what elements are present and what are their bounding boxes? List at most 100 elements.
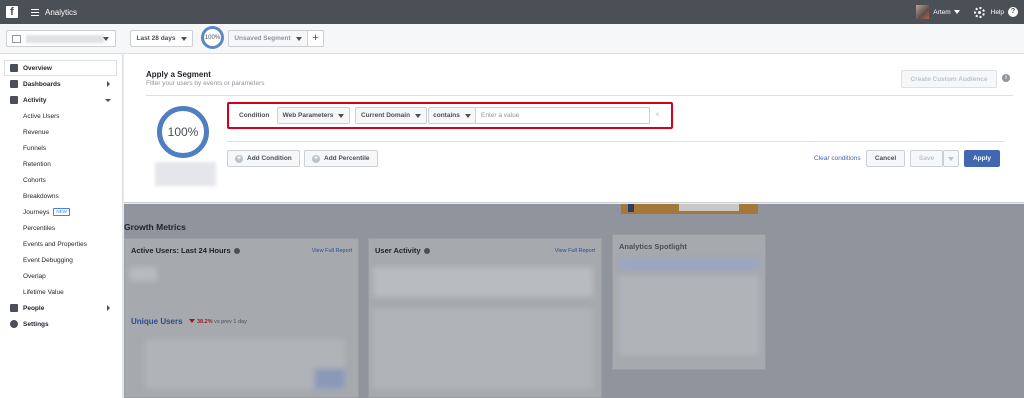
- dashboard-overlay: Growth Metrics Active Users: Last 24 Hou…: [124, 204, 1024, 398]
- sidebar-item-dashboards[interactable]: Dashboards: [0, 76, 123, 92]
- card-title-text: User Activity: [375, 246, 421, 255]
- panel-title: Apply a Segment: [146, 70, 211, 79]
- sidebar-item-funnels[interactable]: Funnels: [0, 140, 123, 156]
- blurred-content: [373, 267, 593, 297]
- panel-subtitle: Filter your users by events or parameter…: [146, 80, 265, 87]
- sidebar-item-label: Funnels: [23, 144, 47, 152]
- sidebar-item-active-users[interactable]: Active Users: [0, 108, 123, 124]
- add-percentile-label: Add Percentile: [324, 155, 370, 162]
- card-title: User Activity: [375, 246, 430, 255]
- plus-circle-icon: +: [312, 154, 320, 163]
- date-range-button[interactable]: Last 28 days: [130, 30, 193, 47]
- menu-icon[interactable]: [31, 8, 39, 16]
- app-selector[interactable]: [6, 30, 116, 47]
- clear-conditions-link[interactable]: Clear conditions: [814, 155, 861, 162]
- cancel-button[interactable]: Cancel: [866, 150, 905, 167]
- parameter-dropdown[interactable]: Web Parameters: [277, 107, 350, 124]
- sidebar-item-label: Overlap: [23, 272, 46, 280]
- help-icon[interactable]: ?: [1008, 7, 1018, 17]
- info-icon[interactable]: i: [1002, 74, 1010, 82]
- save-button[interactable]: Save: [910, 150, 943, 167]
- app-name-blurred: [26, 35, 104, 43]
- view-full-report-link[interactable]: View Full Report: [312, 248, 352, 254]
- info-icon[interactable]: [233, 248, 240, 255]
- dashboards-icon: [10, 80, 18, 88]
- value-input[interactable]: [475, 107, 650, 124]
- sidebar-item-revenue[interactable]: Revenue: [0, 124, 123, 140]
- sidebar-item-retention[interactable]: Retention: [0, 156, 123, 172]
- sidebar-item-lifetime-value[interactable]: Lifetime Value: [0, 284, 123, 300]
- promo-banner: [621, 204, 758, 214]
- domain-dropdown[interactable]: Current Domain: [355, 107, 427, 124]
- plus-circle-icon: +: [235, 154, 243, 163]
- chevron-down-icon[interactable]: [953, 10, 960, 14]
- chevron-down-icon: [338, 113, 345, 118]
- close-icon[interactable]: ×: [655, 110, 660, 119]
- add-percentile-button[interactable]: + Add Percentile: [304, 150, 378, 167]
- topbar-right: Artem Help ?: [916, 0, 1018, 24]
- add-segment-button[interactable]: +: [307, 30, 324, 47]
- user-name[interactable]: Artem: [933, 9, 950, 16]
- sidebar-item-people[interactable]: People: [0, 300, 123, 316]
- sidebar-item-settings[interactable]: Settings: [0, 316, 123, 332]
- chevron-down-icon: [103, 37, 109, 41]
- toolbar: Last 28 days 100% Unsaved Segment +: [0, 24, 1024, 54]
- create-custom-audience-button[interactable]: Create Custom Audience: [901, 70, 997, 88]
- chevron-down-icon: [180, 36, 187, 41]
- settings-icon: [10, 320, 18, 328]
- sidebar-item-overlap[interactable]: Overlap: [0, 268, 123, 284]
- sidebar-item-label: People: [23, 304, 45, 312]
- avatar[interactable]: [916, 5, 930, 19]
- unique-users-label: Unique Users: [131, 317, 183, 326]
- facebook-logo-icon[interactable]: f: [6, 6, 18, 18]
- sidebar-item-breakdowns[interactable]: Breakdowns: [0, 188, 123, 204]
- sidebar-item-label: Overview: [23, 64, 52, 72]
- sidebar-item-label: Cohorts: [23, 176, 46, 184]
- domain-dropdown-label: Current Domain: [360, 112, 411, 119]
- delta-text: 38.2% vs prev 1 day: [189, 319, 247, 325]
- active-users-card: Active Users: Last 24 Hours View Full Re…: [124, 238, 359, 398]
- add-condition-button[interactable]: + Add Condition: [227, 150, 300, 167]
- help-label[interactable]: Help: [991, 9, 1004, 16]
- chevron-down-icon: [464, 113, 471, 118]
- sidebar-item-journeys[interactable]: Journeys NEW: [0, 204, 123, 220]
- analytics-spotlight-card: Analytics Spotlight: [612, 234, 766, 370]
- info-icon[interactable]: [423, 248, 430, 255]
- sidebar-item-label: Events and Properties: [23, 240, 87, 248]
- sidebar: Overview Dashboards Activity Active User…: [0, 54, 123, 398]
- sidebar-item-label: Retention: [23, 160, 51, 168]
- sidebar-item-cohorts[interactable]: Cohorts: [0, 172, 123, 188]
- activity-icon: [10, 96, 18, 104]
- operator-dropdown[interactable]: contains: [428, 107, 476, 124]
- delta-label: vs prev 1 day: [214, 319, 247, 325]
- blurred-content: [619, 275, 759, 355]
- chevron-down-icon: [295, 36, 302, 41]
- sidebar-item-percentiles[interactable]: Percentiles: [0, 220, 123, 236]
- apply-button[interactable]: Apply: [964, 150, 1000, 167]
- parameter-dropdown-label: Web Parameters: [282, 112, 334, 119]
- blurred-content: [619, 259, 759, 269]
- sidebar-item-events-and-properties[interactable]: Events and Properties: [0, 236, 123, 252]
- sidebar-item-overview[interactable]: Overview: [4, 60, 117, 76]
- sidebar-item-label: Revenue: [23, 128, 50, 136]
- chevron-right-icon: [107, 305, 110, 311]
- divider: [146, 95, 1013, 96]
- promo-image: [679, 204, 739, 211]
- segment-label: Unsaved Segment: [234, 35, 291, 42]
- view-full-report-link[interactable]: View Full Report: [555, 248, 595, 254]
- segment-percent-ring: 100%: [201, 26, 224, 49]
- sidebar-item-activity[interactable]: Activity: [0, 92, 123, 108]
- sidebar-item-event-debugging[interactable]: Event Debugging: [0, 252, 123, 268]
- segment-button[interactable]: Unsaved Segment: [228, 30, 308, 47]
- sidebar-item-label: Breakdowns: [23, 192, 59, 200]
- card-title: Analytics Spotlight: [619, 242, 687, 251]
- sidebar-item-label: Settings: [23, 320, 49, 328]
- chevron-down-icon: [105, 98, 111, 102]
- gear-icon[interactable]: [973, 6, 985, 18]
- arrow-down-icon: [189, 319, 195, 323]
- card-title-text: Active Users: Last 24 Hours: [131, 246, 231, 255]
- save-options-button[interactable]: [943, 150, 959, 167]
- card-title: Active Users: Last 24 Hours: [131, 246, 240, 255]
- operator-dropdown-label: contains: [433, 112, 460, 119]
- sidebar-item-label: Lifetime Value: [23, 288, 64, 296]
